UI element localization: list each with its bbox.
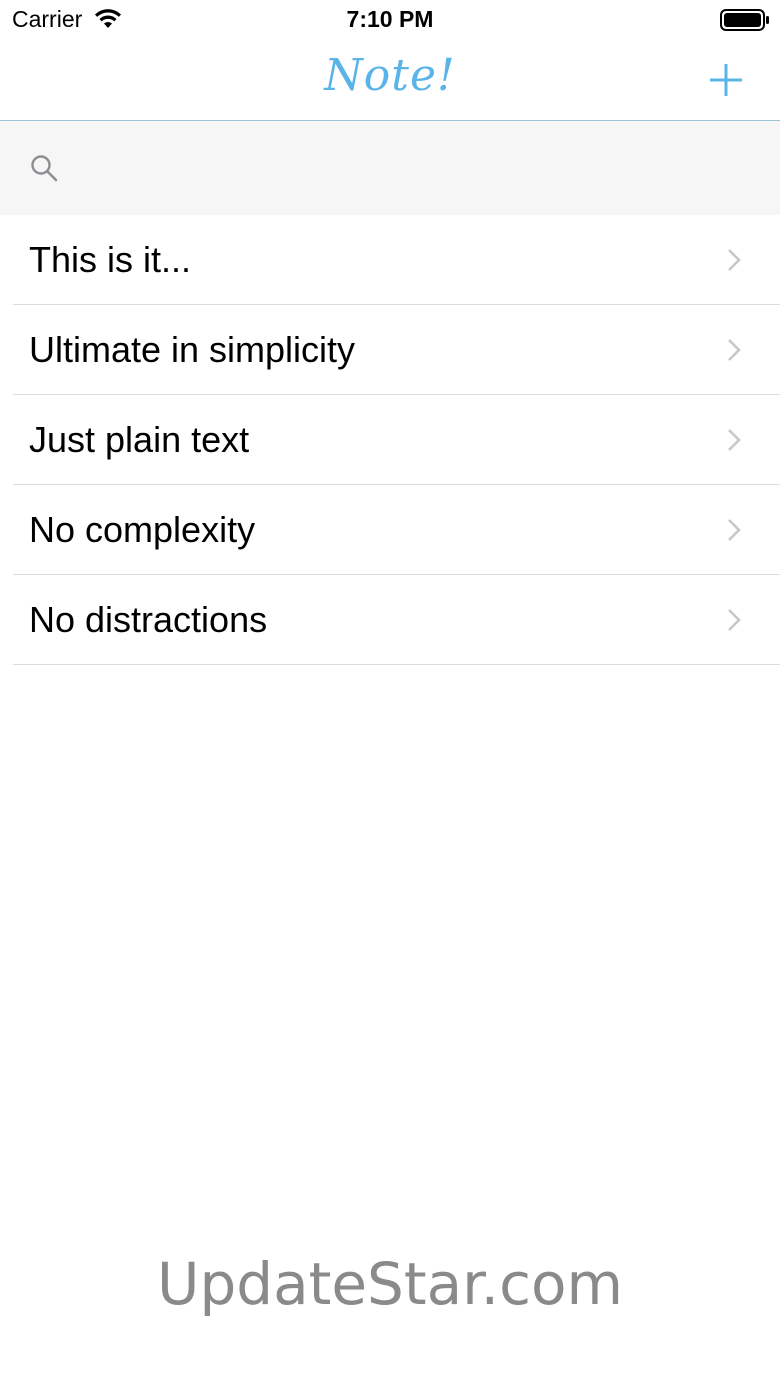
plus-icon: [710, 64, 742, 96]
chevron-right-icon: [728, 429, 741, 451]
note-row[interactable]: This is it...: [0, 215, 780, 305]
chevron-right-icon: [728, 609, 741, 631]
note-row[interactable]: Ultimate in simplicity: [0, 305, 780, 395]
add-note-button[interactable]: [704, 58, 748, 102]
navigation-bar: Note!: [0, 40, 780, 121]
search-bar: [0, 121, 780, 215]
watermark: UpdateStar.com: [157, 1250, 623, 1318]
note-title: Just plain text: [29, 419, 250, 460]
note-title: No complexity: [29, 509, 256, 550]
note-row[interactable]: Just plain text: [0, 395, 780, 485]
app-title: Note!: [324, 50, 456, 101]
note-title: Ultimate in simplicity: [29, 329, 356, 370]
note-title: This is it...: [29, 239, 192, 280]
chevron-right-icon: [728, 339, 741, 361]
notes-list: This is it... Ultimate in simplicity Jus…: [0, 215, 780, 665]
search-input[interactable]: [70, 147, 754, 191]
battery-icon: [720, 9, 769, 31]
status-time: 7:10 PM: [346, 6, 434, 32]
chevron-right-icon: [728, 249, 741, 271]
status-bar: Carrier 7:10 PM: [0, 0, 780, 40]
note-row[interactable]: No complexity: [0, 485, 780, 575]
note-row[interactable]: No distractions: [0, 575, 780, 665]
note-title: No distractions: [29, 599, 268, 640]
search-icon: [31, 155, 58, 182]
chevron-right-icon: [728, 519, 741, 541]
